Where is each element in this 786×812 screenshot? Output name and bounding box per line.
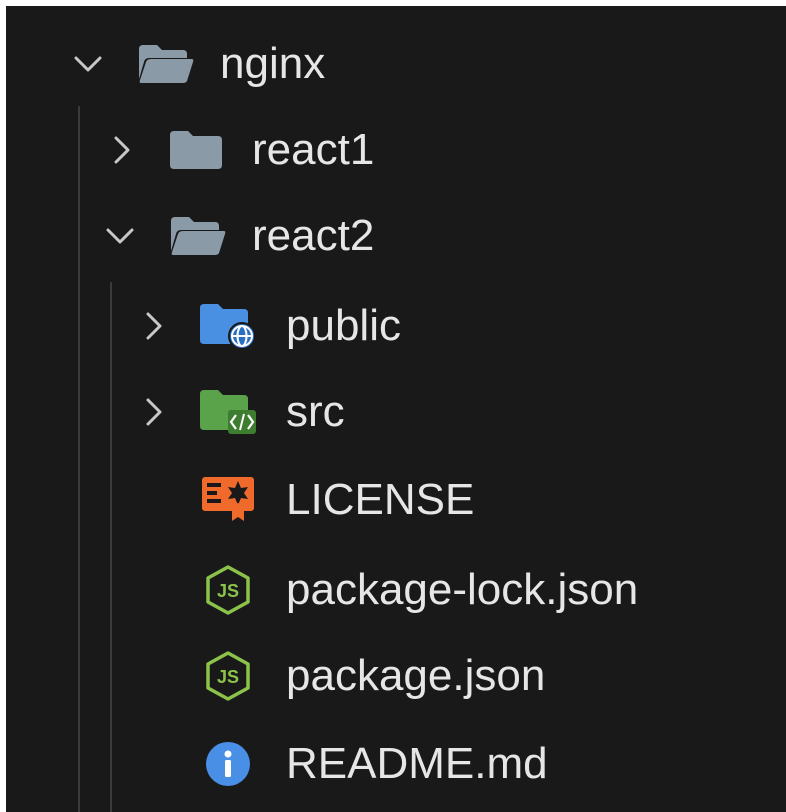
tree-item-readme-md[interactable]: README.md [6,724,786,804]
svg-text:JS: JS [217,667,239,687]
tree-item-label: public [286,301,401,350]
tree-item-label: src [286,387,345,436]
tree-item-label: README.md [286,739,548,788]
file-explorer-panel: nginx react1 react2 public src LICENSE J… [6,6,786,812]
folder-open-icon [134,36,198,92]
tree-item-public[interactable]: public [6,286,786,366]
tree-item-react1[interactable]: react1 [6,110,786,190]
nodejs-icon: JS [196,562,260,618]
folder-src-icon [196,384,260,440]
tree-item-nginx[interactable]: nginx [6,24,786,104]
chevron-right-icon[interactable] [102,130,142,170]
chevron-right-icon[interactable] [134,392,174,432]
folder-open-icon [166,208,230,264]
tree-item-label: react2 [252,211,375,260]
chevron-down-icon[interactable] [100,216,140,256]
folder-closed-icon [164,122,228,178]
chevron-right-icon[interactable] [134,306,174,346]
info-icon [196,736,260,792]
chevron-down-icon[interactable] [68,44,108,84]
tree-item-package-json[interactable]: JS package.json [6,636,786,716]
tree-item-label: package.json [286,651,546,700]
tree-item-package-lock-json[interactable]: JS package-lock.json [6,550,786,630]
tree-item-label: react1 [252,125,375,174]
tree-item-react2[interactable]: react2 [6,196,786,276]
tree-item-label: package-lock.json [286,565,639,614]
nodejs-icon: JS [196,648,260,704]
tree-item-src[interactable]: src [6,372,786,452]
tree-item-label: nginx [220,39,326,88]
tree-item-license[interactable]: LICENSE [6,460,786,540]
license-icon [196,470,260,526]
svg-text:JS: JS [217,581,239,601]
tree-item-label: LICENSE [286,475,475,524]
folder-public-icon [196,298,260,354]
